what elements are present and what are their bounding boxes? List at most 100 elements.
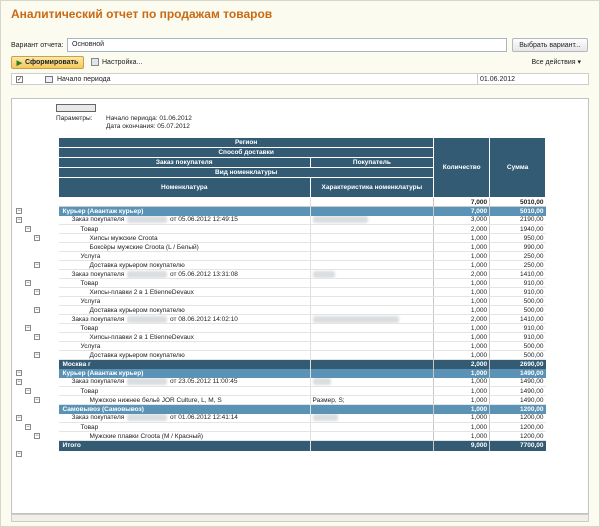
table-row[interactable]: Доставка курьером покупателю 1,000 500,00 [58,305,546,315]
collapse-toggle-icon[interactable]: − [34,262,40,268]
qty-cell: 1,000 [433,422,490,432]
collapse-toggle-icon[interactable]: − [34,235,40,241]
qty-cell: 7,000 [433,206,490,216]
row-name: Москва г [62,360,91,368]
collapse-toggle-icon[interactable]: − [25,325,31,331]
row-name: Самовывоз (Самовывоз) [62,405,144,413]
collapse-toggle-icon[interactable]: − [34,307,40,313]
table-row[interactable]: Товар 2,000 1940,00 [58,224,546,234]
collapse-toggle-icon[interactable]: − [25,280,31,286]
sum-cell: 250,00 [489,251,546,261]
calendar-icon [45,76,53,83]
row-name: Хипсы-плавки 2 в 1 EtienneDevaux [89,288,194,296]
sum-cell: 1200,00 [489,422,546,432]
form-report-button[interactable]: ▶ Сформировать [11,56,84,69]
row-name: Доставка курьером покупателю [89,261,185,269]
period-value[interactable]: 01.06.2012 [480,76,515,83]
table-row[interactable]: Заказ покупателя00000000000от 01.06.2012… [58,413,546,423]
qty-cell: 1,000 [433,350,490,360]
row-name-cell: Курьер (Авантаж курьер) [58,368,310,378]
row-char-cell [309,224,434,234]
collapse-toggle-icon[interactable]: − [16,217,22,223]
collapse-toggle-icon[interactable]: − [16,208,22,214]
row-char-cell [309,242,434,252]
table-row[interactable]: Москва г 2,000 2690,00 [58,359,546,369]
table-row[interactable]: Заказ покупателя00000000000от 23.05.2012… [58,377,546,387]
settings-button[interactable]: Настройка... [91,58,142,66]
period-label: Начало периода [57,76,111,83]
sum-cell: 1490,00 [489,377,546,387]
sum-cell: 1490,00 [489,368,546,378]
collapse-toggle-icon[interactable]: − [34,352,40,358]
table-row[interactable]: Мужские плавки Croota (M / Красный) 1,000… [58,431,546,441]
table-row[interactable]: Заказ покупателя00000000000от 05.06.2012… [58,269,546,279]
table-row[interactable]: Доставка курьером покупателю 1,000 500,00 [58,350,546,360]
sum-cell: 500,00 [489,296,546,306]
horizontal-scrollbar[interactable] [11,514,589,522]
table-row[interactable]: Курьер (Авантаж курьер) 7,000 5010,00 [58,206,546,216]
qty-cell: 1,000 [433,323,490,333]
choose-variant-button[interactable]: Выбрать вариант... [512,38,588,52]
sum-cell: 2690,00 [489,359,546,369]
table-row[interactable]: Хипсы мужские Croota 1,000 950,00 [58,233,546,243]
sum-cell: 5010,00 [489,206,546,216]
qty-cell: 1,000 [433,251,490,261]
table-row[interactable]: Заказ покупателя00000000000от 08.06.2012… [58,314,546,324]
row-char-cell: Матвей [309,269,434,279]
row-name: Заказ покупателя [71,414,125,422]
table-row[interactable]: Товар 1,000 910,00 [58,278,546,288]
collapse-toggle-icon[interactable]: − [25,226,31,232]
sum-cell: 1200,00 [489,413,546,423]
variant-field[interactable]: Основной [67,38,507,52]
table-row[interactable]: Заказ покупателя00000000000от 05.06.2012… [58,215,546,225]
period-checkbox[interactable]: ✓ [16,76,23,83]
collapse-toggle-icon[interactable]: − [34,397,40,403]
table-row[interactable]: Итого 9,000 7700,00 [58,440,546,451]
table-row[interactable]: 7,000 5010,00 [58,197,546,207]
row-name-cell: Заказ покупателя00000000000от 23.05.2012… [58,377,310,387]
qty-cell: 1,000 [433,386,490,396]
collapse-toggle-icon[interactable]: − [16,415,22,421]
table-row[interactable]: Услуга 1,000 500,00 [58,341,546,351]
collapse-toggle-icon[interactable]: − [34,334,40,340]
row-name-cell: Хипсы-плавки 2 в 1 EtienneDevaux [58,287,310,297]
table-row[interactable]: Товар 1,000 1200,00 [58,422,546,432]
play-icon: ▶ [16,59,23,67]
qty-cell: 2,000 [433,359,490,369]
sum-cell: 1200,00 [489,404,546,414]
collapse-toggle-icon[interactable]: − [16,451,22,457]
table-row[interactable]: Услуга 1,000 500,00 [58,296,546,306]
row-name: Заказ покупателя [71,378,125,386]
table-row[interactable]: Мужское нижнее бельё JOR Culture, L, M, … [58,395,546,405]
collapse-toggle-icon[interactable]: − [34,433,40,439]
collapse-toggle-icon[interactable]: − [25,424,31,430]
table-row[interactable]: Товар 1,000 1490,00 [58,386,546,396]
header-qty: Количество [433,137,491,198]
qty-cell: 1,000 [433,287,490,297]
order-number: 00000000000 [127,216,168,224]
row-name-cell: Москва г [58,359,310,369]
all-actions-menu[interactable]: Все действия ▾ [532,58,582,66]
table-row[interactable]: Услуга 1,000 250,00 [58,251,546,261]
row-name-cell [58,197,310,207]
table-row[interactable]: Хипсы-плавки 2 в 1 EtienneDevaux 1,000 910… [58,287,546,297]
buyer-name: Фамилия Имя Отч [312,216,368,224]
collapse-toggle-icon[interactable]: − [16,370,22,376]
collapse-toggle-icon[interactable]: − [25,388,31,394]
params-start: Начало периода: 01.06.2012 [106,115,192,122]
collapse-toggle-icon[interactable]: − [34,289,40,295]
row-name-cell: Услуга [58,296,310,306]
settings-icon [91,58,99,66]
table-row[interactable]: Доставка курьером покупателю 1,000 250,00 [58,260,546,270]
table-row[interactable]: Товар 1,000 910,00 [58,323,546,333]
table-row[interactable]: Боксёры мужские Croota (L / Белый) 1,000 9… [58,242,546,252]
row-name: Доставка курьером покупателю [89,306,185,314]
qty-cell: 1,000 [433,368,490,378]
collapse-toggle-icon[interactable]: − [16,379,22,385]
header-sum: Сумма [489,137,546,198]
table-row[interactable]: Самовывоз (Самовывоз) 1,000 1200,00 [58,404,546,414]
table-row[interactable]: Курьер (Авантаж курьер) 1,000 1490,00 [58,368,546,378]
table-row[interactable]: Хипсы-плавки 2 в 1 EtienneDevaux 1,000 910… [58,332,546,342]
header-order: Заказ покупателя [58,157,311,168]
row-name: Товар [80,279,99,287]
